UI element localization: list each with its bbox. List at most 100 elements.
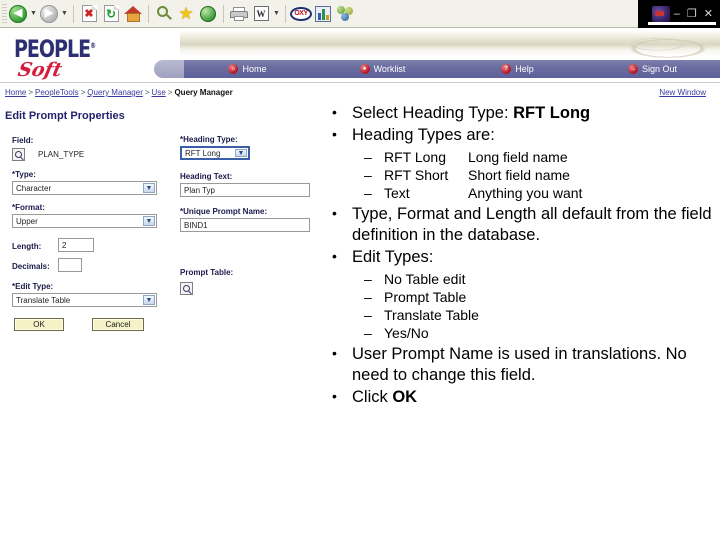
breadcrumb-bar: Home > PeopleTools > Query Manager > Use > Query… [0, 88, 720, 104]
nav-label-help: Help [515, 64, 534, 74]
ok-button[interactable]: OK [14, 318, 64, 331]
peoplesoft-nav-bar: ⌂ Home ● Worklist ? Help → Sign Out [154, 60, 720, 78]
home-button[interactable] [122, 3, 144, 25]
decimals-label: Decimals: [12, 262, 50, 271]
breadcrumb-link-query-manager[interactable]: Query Manager [87, 88, 143, 97]
decimals-input[interactable] [58, 258, 82, 272]
bullet-heading-types-are: Heading Types are: RFT Long Long field na… [318, 124, 714, 202]
browser-toolbar: ◀ ▼ ▶ ▼ ✖ ↻ ★ W ▼ OXY – ❐ ✕ [0, 0, 720, 28]
sub-bullet-prompt-table: Prompt Table [352, 288, 714, 306]
sub-bullet-desc: Long field name [468, 149, 568, 165]
nav-label-sign-out: Sign Out [641, 64, 678, 74]
field-label: Field: [12, 136, 34, 145]
restore-button[interactable]: ❐ [687, 8, 697, 20]
search-button[interactable] [153, 3, 175, 25]
toolbar-separator [223, 4, 224, 23]
sub-bullet-list-edit-types: No Table edit Prompt Table Translate Tab… [352, 270, 714, 342]
back-arrow-icon: ◀ [9, 4, 27, 23]
page-title: Edit Prompt Properties [5, 110, 125, 122]
groups-button[interactable] [334, 3, 356, 25]
nav-item-home[interactable]: ⌂ Home [180, 64, 315, 74]
unique-prompt-name-input[interactable]: BIND1 [180, 218, 310, 232]
bullet-text: Select Heading Type: [352, 104, 514, 122]
navigation-button-group: ◀ ▼ ▶ ▼ [7, 2, 69, 26]
edit-type-label: *Edit Type: [12, 282, 54, 291]
breadcrumb-current: Query Manager [174, 88, 233, 97]
bullet-click-ok: Click OK [318, 386, 714, 408]
nav-label-home: Home [242, 64, 267, 74]
peoplesoft-logo: PEOPLE® Soft [14, 34, 164, 82]
edit-type-select[interactable]: Translate Table ▼ [12, 293, 157, 307]
slide-content: Select Heading Type: RFT Long Heading Ty… [318, 102, 714, 409]
worklist-nav-icon: ● [359, 64, 370, 74]
print-edit-group: W ▼ [228, 2, 281, 26]
breadcrumb-link-peopletools[interactable]: PeopleTools [35, 88, 79, 97]
oxy-button[interactable]: OXY [290, 3, 312, 25]
back-button[interactable]: ◀ [7, 3, 29, 25]
heading-text-label: Heading Text: [180, 172, 233, 181]
print-button[interactable] [228, 3, 250, 25]
heading-text-input[interactable]: Plan Typ [180, 183, 310, 197]
favorites-button[interactable]: ★ [175, 3, 197, 25]
minimize-button[interactable]: – [674, 8, 680, 20]
sub-bullet-rft-long: RFT Long Long field name [352, 148, 714, 166]
prompt-table-lookup-button[interactable] [180, 282, 193, 295]
new-window-link[interactable]: New Window [659, 88, 706, 97]
forward-arrow-icon: ▶ [40, 4, 58, 23]
forward-dropdown-icon[interactable]: ▼ [60, 3, 69, 25]
breadcrumb-link-use[interactable]: Use [152, 88, 166, 97]
header-divider [0, 82, 720, 83]
globe-icon [200, 5, 216, 22]
chevron-down-icon[interactable]: ▼ [143, 216, 155, 226]
toolbar-separator [285, 4, 286, 23]
sub-bullet-yes-no: Yes/No [352, 324, 714, 342]
bullet-user-prompt-name: User Prompt Name is used in translations… [318, 343, 714, 386]
sub-bullet-text: Text Anything you want [352, 184, 714, 202]
edit-dropdown-icon[interactable]: ▼ [272, 3, 281, 25]
close-button[interactable]: ✕ [704, 8, 713, 20]
edit-with-word-button[interactable]: W [250, 3, 272, 25]
chevron-down-icon[interactable]: ▼ [143, 295, 155, 305]
back-dropdown-icon[interactable]: ▼ [29, 3, 38, 25]
format-label: *Format: [12, 203, 45, 212]
peoplesoft-header: PEOPLE® Soft ⌂ Home ● Worklist ? Help → … [0, 28, 720, 84]
chevron-down-icon[interactable]: ▼ [235, 149, 247, 157]
type-value: Character [16, 183, 52, 193]
refresh-button[interactable]: ↻ [100, 3, 122, 25]
heading-type-label: *Heading Type: [180, 135, 238, 144]
breadcrumb: Home > PeopleTools > Query Manager > Use > Query… [5, 88, 233, 97]
printer-icon [230, 6, 248, 21]
type-select[interactable]: Character ▼ [12, 181, 157, 195]
sign-out-nav-icon: → [627, 64, 638, 74]
cancel-button[interactable]: Cancel [92, 318, 144, 331]
nav-item-help[interactable]: ? Help [450, 64, 585, 74]
chart-button[interactable] [312, 3, 334, 25]
breadcrumb-separator: > [144, 88, 150, 97]
history-button[interactable] [197, 3, 219, 25]
bullet-list: Select Heading Type: RFT Long Heading Ty… [318, 102, 714, 408]
sub-bullet-rft-short: RFT Short Short field name [352, 166, 714, 184]
sub-bullet-term: RFT Short [384, 167, 449, 183]
field-lookup-button[interactable] [12, 148, 25, 161]
length-input[interactable]: 2 [58, 238, 94, 252]
breadcrumb-separator: > [80, 88, 86, 97]
heading-type-value: RFT Long [185, 148, 221, 158]
sub-bullet-translate-table: Translate Table [352, 306, 714, 324]
format-select[interactable]: Upper ▼ [12, 214, 157, 228]
logo-trademark: ® [90, 41, 96, 51]
sub-bullet-list-heading-types: RFT Long Long field name RFT Short Short f… [352, 148, 714, 202]
forward-button[interactable]: ▶ [38, 3, 60, 25]
chevron-down-icon[interactable]: ▼ [143, 183, 155, 193]
word-icon: W [253, 6, 269, 21]
stop-button[interactable]: ✖ [78, 3, 100, 25]
search-icon [156, 5, 172, 22]
nav-label-worklist: Worklist [373, 64, 406, 74]
breadcrumb-link-home[interactable]: Home [5, 88, 26, 97]
heading-type-select[interactable]: RFT Long ▼ [180, 146, 250, 160]
bullet-select-heading-type: Select Heading Type: RFT Long [318, 102, 714, 124]
page-action-group: ✖ ↻ [78, 2, 144, 26]
nav-item-worklist[interactable]: ● Worklist [315, 64, 450, 74]
magnifier-icon [15, 151, 22, 158]
toolbar-separator [73, 4, 74, 23]
nav-item-sign-out[interactable]: → Sign Out [585, 64, 720, 74]
